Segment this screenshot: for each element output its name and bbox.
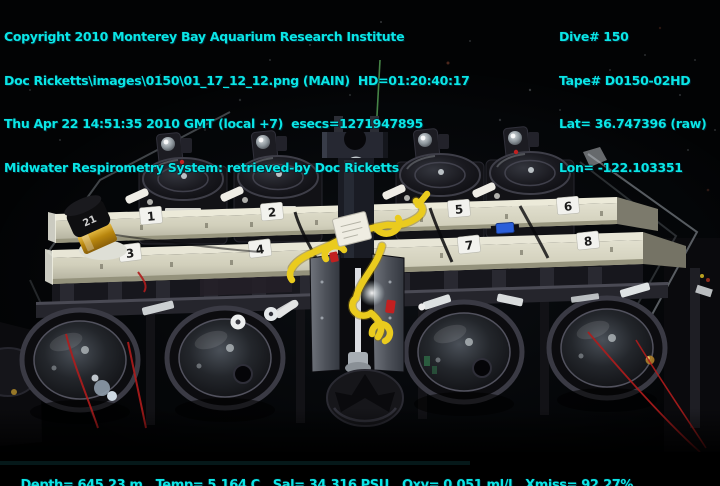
- chamber-port: [472, 358, 492, 378]
- longitude-readout: Lon= -122.103351: [559, 159, 683, 175]
- salinity-readout: Sal= 34.316 PSU: [272, 477, 390, 486]
- latitude-readout: Lat= 36.747396 (raw): [559, 116, 707, 131]
- rov-video-frame: 1 2 5 6 3 4 7 8 21 Copyright 2010 Monter…: [0, 0, 720, 486]
- temp-readout: Temp= 5.164 C: [155, 477, 261, 486]
- red-connector: [385, 299, 396, 314]
- copyright-line: Copyright 2010 Monterey Bay Aquarium Res…: [4, 29, 405, 44]
- bottom-chamber-2: [167, 308, 283, 422]
- valve-red-marker: [513, 149, 519, 155]
- bottom-fade: [0, 408, 720, 458]
- timestamp-line: Thu Apr 22 14:51:35 2010 GMT (local +7) …: [4, 116, 424, 131]
- rail-tag-2: 2: [267, 205, 277, 220]
- activity-line: Midwater Respirometry System: retrieved-…: [4, 159, 399, 175]
- tape-number: Tape# D0150-02HD: [559, 72, 691, 88]
- depth-readout: Depth= 645.23 m: [20, 477, 143, 486]
- bottom-chamber-3: [406, 302, 522, 416]
- rail-tag-7: 7: [464, 238, 474, 253]
- rail-tag-5: 5: [454, 202, 464, 217]
- overlay-top-right: Dive# 150 Tape# D0150-02HD Lat= 36.74739…: [559, 1, 707, 204]
- rail-tag-1: 1: [146, 209, 156, 224]
- rail-tag-8: 8: [583, 234, 593, 249]
- bottom-chamber-1: [22, 310, 138, 424]
- chamber-port: [233, 364, 253, 384]
- oxygen-readout: Oxy= 0.051 ml/l: [401, 477, 513, 486]
- file-path-line: Doc Ricketts\images\0150\01_17_12_12.png…: [4, 72, 470, 88]
- rail-tag-4: 4: [255, 242, 265, 257]
- dive-number: Dive# 150: [559, 29, 629, 44]
- xmiss-readout: Xmiss= 92.27%: [525, 477, 633, 486]
- overlay-telemetry: Depth= 645.23 m Temp= 5.164 C Sal= 34.316 …: [4, 464, 646, 486]
- tower-left-leg: [309, 253, 341, 373]
- overlay-top-left: Copyright 2010 Monterey Bay Aquarium Res…: [4, 1, 470, 204]
